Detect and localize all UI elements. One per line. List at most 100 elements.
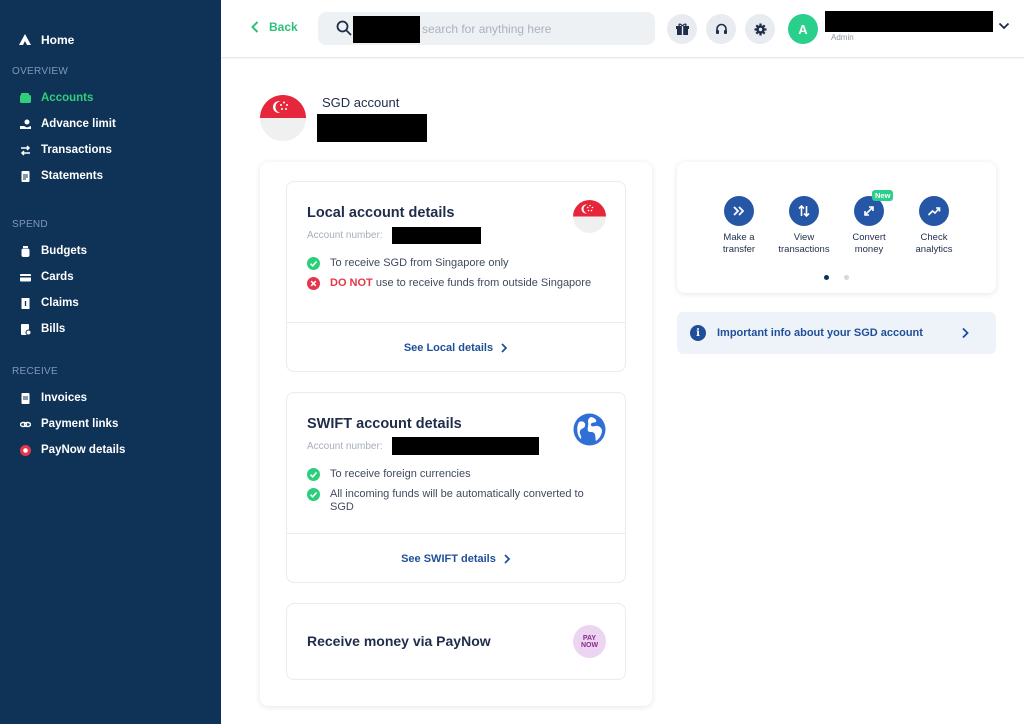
trend-up-icon [919,196,949,226]
section-title-receive: RECEIVE [12,366,59,377]
sidebar-item-paynow-details[interactable]: PayNow details [20,443,125,457]
redacted-user-name [825,11,993,32]
sidebar-item-statements[interactable]: Statements [20,169,103,183]
divider [287,533,625,534]
sidebar-item-label: Home [41,33,75,47]
info-icon: i [690,325,706,341]
user-role: Admin [831,33,854,42]
sidebar-item-cards[interactable]: Cards [20,270,74,284]
section-title-spend: SPEND [12,219,48,230]
local-account-card: Local account details Account number: To… [286,181,626,372]
avatar[interactable]: A [788,14,818,44]
see-local-details-link[interactable]: See Local details [287,342,625,354]
search-icon [336,20,352,36]
chevron-right-icon [504,554,511,564]
link-icon [20,419,31,430]
carousel-dot-active[interactable] [824,275,829,280]
account-number-label: Account number: [307,230,383,241]
globe-icon [573,413,606,446]
hand-coin-icon [20,119,31,130]
double-chevron-right-icon [724,196,754,226]
quick-actions-card: Make a transfer View transactions New Conv… [677,162,996,293]
sidebar-item-bills[interactable]: Bills [20,322,65,336]
sidebar: Home OVERVIEW Accounts Advance limit Tra… [0,0,221,724]
warning-text: use to receive funds from outside Singap… [372,277,592,289]
sidebar-item-accounts[interactable]: Accounts [20,91,93,105]
redacted-account-name [317,114,427,142]
chevron-down-icon[interactable] [998,20,1010,32]
important-info-banner[interactable]: i Important info about your SGD account [677,312,996,354]
singapore-flag-icon [260,95,306,141]
search-placeholder: search for anything here [422,22,552,36]
requirement-item: All incoming funds will be automatically… [307,488,597,514]
redacted-search-text [353,16,420,43]
sidebar-item-label: Bills [41,323,66,335]
redacted-account-number [392,227,481,244]
gift-button[interactable] [667,14,697,44]
swift-account-title: SWIFT account details [307,416,462,432]
chevron-right-icon [962,327,969,339]
convert-icon: New [854,190,894,226]
sidebar-item-advance-limit[interactable]: Advance limit [20,117,116,131]
requirement-text: To receive SGD from Singapore only [330,257,509,269]
jar-icon [20,245,31,257]
swift-account-card: SWIFT account details Account number: To… [286,392,626,583]
redacted-account-number [392,437,539,455]
sidebar-item-label: Statements [41,170,103,182]
requirement-text: To receive foreign currencies [330,468,471,480]
home-icon [18,33,32,47]
sidebar-item-payment-links[interactable]: Payment links [20,417,118,431]
wallet-icon [20,92,31,104]
sidebar-item-invoices[interactable]: Invoices [20,391,87,405]
paynow-title: Receive money via PayNow [307,633,491,649]
view-transactions-button[interactable]: View transactions [769,196,839,256]
sidebar-item-label: Budgets [41,245,87,257]
back-button[interactable]: Back [251,20,298,34]
sidebar-item-claims[interactable]: Claims [20,296,79,310]
convert-money-button[interactable]: New Convert money [834,190,904,256]
headset-icon [715,23,727,34]
paynow-icon [20,444,31,456]
check-circle-icon [307,488,320,501]
action-label: Convert money [852,232,886,255]
check-analytics-button[interactable]: Check analytics [899,196,969,256]
requirement-item: To receive SGD from Singapore only [307,257,597,270]
local-account-title: Local account details [307,205,455,221]
transfer-arrows-icon [20,144,31,156]
search-input[interactable]: search for anything here [318,12,655,45]
warning-item: DO NOT use to receive funds from outside… [307,277,597,290]
up-down-arrows-icon [789,196,819,226]
sidebar-item-home[interactable]: Home [18,33,74,47]
action-label: Check analytics [915,232,953,255]
settings-button[interactable] [745,14,775,44]
sidebar-item-transactions[interactable]: Transactions [20,143,112,157]
paynow-logo-text: PAY NOW [580,634,599,649]
paynow-card[interactable]: Receive money via PayNow PAY NOW [286,603,626,680]
check-circle-icon [307,257,320,270]
chevron-left-icon [251,21,259,33]
gift-icon [675,23,689,35]
chevron-right-icon [501,343,508,353]
sidebar-item-label: Transactions [41,144,112,156]
page-title: SGD account [322,95,400,110]
x-circle-icon [307,277,320,290]
paynow-logo-icon: PAY NOW [573,625,606,658]
receipt-icon [20,297,31,309]
make-transfer-button[interactable]: Make a transfer [704,196,774,256]
invoice-icon [20,392,31,404]
section-title-overview: OVERVIEW [12,66,69,77]
carousel-dot[interactable] [844,275,849,280]
sidebar-item-label: Advance limit [41,118,116,130]
sidebar-item-label: Accounts [41,92,94,104]
link-label: See Local details [403,342,494,355]
singapore-flag-icon [573,200,606,233]
gear-icon [754,23,766,35]
see-swift-details-link[interactable]: See SWIFT details [287,553,625,565]
sidebar-item-budgets[interactable]: Budgets [20,244,87,258]
link-label: See SWIFT details [401,553,496,566]
back-label: Back [269,20,298,34]
bill-icon [20,323,31,335]
requirement-item: To receive foreign currencies [307,468,597,481]
support-button[interactable] [706,14,736,44]
card-icon [20,272,31,283]
